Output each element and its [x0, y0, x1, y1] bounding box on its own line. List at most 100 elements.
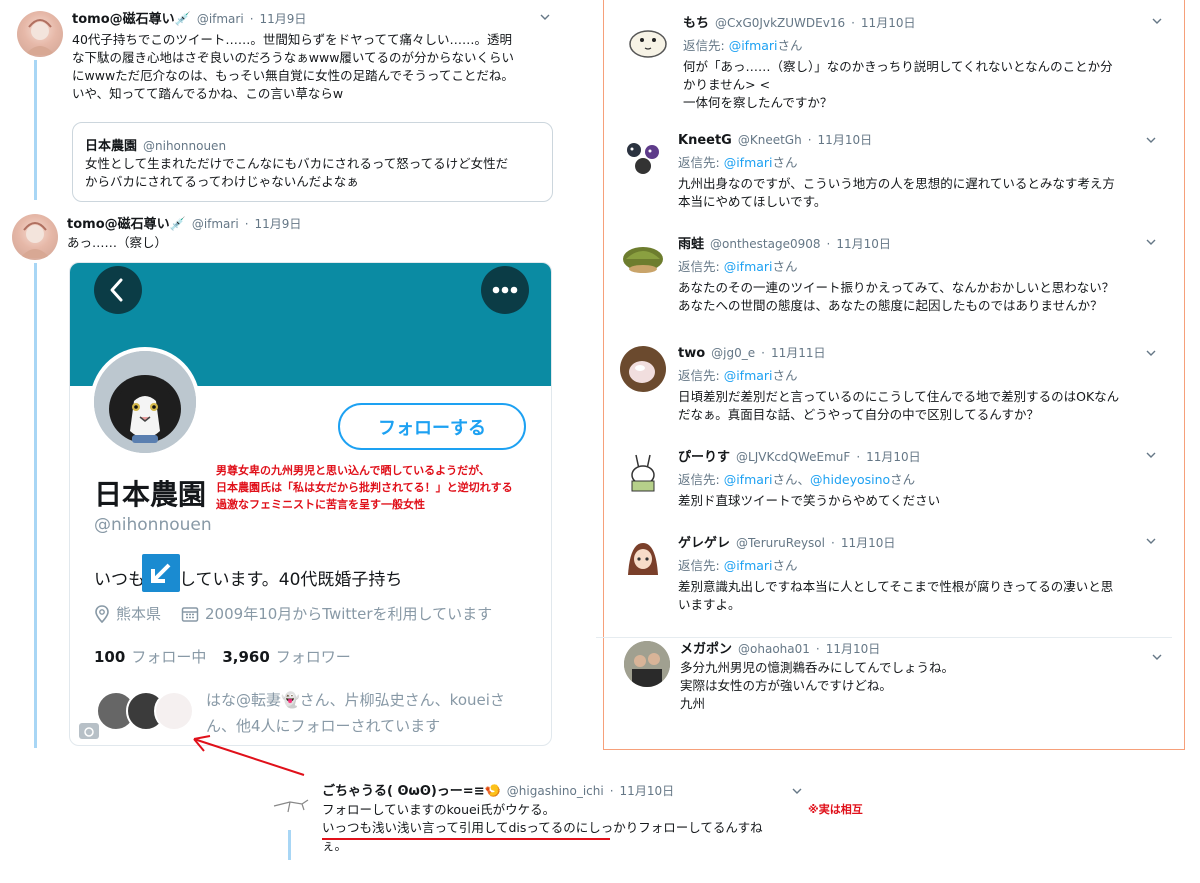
chevron-down-icon[interactable]	[1146, 536, 1156, 546]
tweet-date[interactable]: 11月10日	[866, 448, 921, 465]
author-handle[interactable]: @LJVKcdQWeEmuF	[736, 450, 850, 464]
tweet-text: 差別意識丸出しですね本当に人としてそこまで性根が腐りきってるの凄いと思 いますよ。	[678, 579, 1114, 612]
profile-display-name: 日本農園	[94, 478, 207, 511]
quoted-tweet[interactable]: 日本農園 @nihonnouen 女性として生まれただけでこんなにもバカにされる…	[72, 122, 553, 202]
tweet-text: 何が「あっ……（察し）」なのかきっちり説明してくれないとなんのことか分 かりません…	[683, 59, 1113, 110]
tweet-text: 40代子持ちでこのツイート……。世間知らずをドヤってて痛々しい……。透明 な下駄…	[72, 32, 515, 101]
profile-handle: @nihonnouen	[94, 515, 212, 535]
reply-to: 返信先: @ifmariさん	[678, 259, 798, 274]
author-handle[interactable]: @ifmari	[192, 217, 239, 231]
author-name[interactable]: ごちゃうる( ʘωʘ)っー=≡🍤	[322, 780, 501, 799]
tweet-date[interactable]: 11月10日	[818, 131, 873, 148]
tweet-text: 日頃差別だ差別だと言っているのにこうして住んでる地で差別するのはOKなん だなぁ。…	[678, 389, 1120, 422]
tweet-text: あっ……（察し）	[67, 235, 168, 250]
red-underline	[322, 838, 610, 840]
tweet-text: 多分九州男児の憶測鵜呑みにしてんでしょうね。 実際は女性の方が強いんですけどね。九…	[680, 660, 955, 711]
avatar[interactable]	[12, 214, 58, 260]
avatar[interactable]	[17, 11, 63, 57]
tweet-date[interactable]: 11月10日	[836, 235, 891, 252]
author-handle[interactable]: @CxG0JvkZUWDEv16	[715, 16, 845, 30]
red-arrow	[193, 735, 305, 776]
avatar[interactable]	[625, 16, 671, 62]
chevron-down-icon[interactable]	[540, 12, 550, 22]
mutual-note: ※実は相互	[808, 803, 863, 816]
author-name[interactable]: メガポン	[680, 638, 732, 657]
author-handle[interactable]: @ifmari	[197, 12, 244, 26]
chevron-down-icon[interactable]	[1146, 237, 1156, 247]
profile-avatar[interactable]	[90, 347, 200, 457]
author-handle[interactable]: @higashino_ichi	[507, 784, 604, 798]
profile-location: 熊本県	[116, 605, 162, 623]
calendar-icon	[181, 606, 199, 622]
reply-to: 返信先: @ifmariさん	[683, 38, 803, 53]
tweet-date[interactable]: 11月10日	[620, 782, 675, 799]
chevron-down-icon[interactable]	[792, 786, 802, 796]
tweet-text: 差別ド直球ツイートで笑うからやめてください	[678, 493, 941, 508]
author-name[interactable]: KneetG	[678, 133, 732, 148]
author-name[interactable]: two	[678, 346, 705, 361]
tweet-text: あなたのその一連のツイート振りかえってみて、なんかおかしいと思わない？ あなたへの…	[678, 280, 1115, 313]
chevron-down-icon[interactable]	[1146, 450, 1156, 460]
following-label[interactable]: フォロー中	[131, 646, 206, 667]
author-handle[interactable]: @KneetGh	[738, 133, 802, 147]
author-name[interactable]: tomo@磁石尊い💉	[72, 8, 191, 27]
chevron-down-icon[interactable]	[1152, 16, 1162, 26]
author-name[interactable]: もち	[683, 12, 709, 31]
author-handle[interactable]: @jg0_e	[711, 346, 755, 360]
chevron-down-icon[interactable]	[1152, 652, 1162, 662]
avatar[interactable]	[268, 782, 314, 828]
tweet-date[interactable]: 11月10日	[861, 14, 916, 31]
avatar[interactable]	[620, 134, 666, 180]
tweet-date[interactable]: 11月10日	[841, 534, 896, 551]
tweet-date[interactable]: 11月9日	[255, 215, 302, 232]
mention-link[interactable]: @ifmari	[724, 259, 773, 274]
mention-link[interactable]: @ifmari	[724, 155, 773, 170]
thread-line	[288, 830, 291, 860]
author-name[interactable]: ぴーりす	[678, 446, 730, 465]
author-name[interactable]: ゲレゲレ	[678, 532, 730, 551]
thread-line	[34, 263, 37, 748]
more-button[interactable]	[481, 266, 529, 314]
follow-button[interactable]: フォローする	[338, 403, 526, 450]
back-button[interactable]	[94, 266, 142, 314]
author-name[interactable]: 雨蛙	[678, 233, 704, 252]
profile-bio: いつも感謝しています。40代既婚子持ち	[94, 570, 403, 590]
quote-author-name: 日本農園	[85, 139, 138, 154]
thread-line	[34, 60, 37, 200]
reply-to: 返信先: @ifmariさん、@hideyosinoさん	[678, 472, 916, 487]
camera-icon	[79, 723, 99, 739]
expand-icon[interactable]	[142, 554, 180, 592]
followed-by-avatars[interactable]	[96, 687, 194, 731]
author-handle[interactable]: @TeruruReysol	[736, 536, 825, 550]
author-name[interactable]: tomo@磁石尊い💉	[67, 213, 186, 232]
following-count[interactable]: 100	[94, 648, 125, 666]
mention-link[interactable]: @ifmari	[724, 472, 773, 487]
chevron-down-icon[interactable]	[1146, 348, 1156, 358]
avatar[interactable]	[624, 641, 670, 687]
mention-link[interactable]: @ifmari	[729, 38, 778, 53]
followers-label[interactable]: フォロワー	[276, 646, 351, 667]
avatar[interactable]	[620, 346, 666, 392]
tweet-date[interactable]: 11月9日	[260, 10, 307, 27]
red-annotation: 男尊女卑の九州男児と思い込んで晒しているようだが、 日本農園氏は「私は女だから批…	[216, 464, 513, 511]
quote-text: 女性として生まれただけでこんなにもバカにされるって怒ってるけど女性だ からバカに…	[85, 156, 509, 189]
tweet-text: フォローしていますのkouei氏がウケる。 いっつも浅い浅い言って引用してdis…	[322, 802, 763, 853]
mention-link[interactable]: @ifmari	[724, 368, 773, 383]
tweet-date[interactable]: 11月10日	[826, 640, 881, 657]
reply-to: 返信先: @ifmariさん	[678, 558, 798, 573]
mention-link[interactable]: @ifmari	[724, 558, 773, 573]
mention-link[interactable]: @hideyosino	[810, 472, 890, 487]
avatar[interactable]	[620, 235, 666, 281]
avatar[interactable]	[620, 535, 666, 581]
avatar[interactable]	[620, 449, 666, 495]
tweet-text: 九州出身なのですが、こういう地方の人を思想的に遅れているとみなす考え方 本当にやめ…	[678, 176, 1115, 209]
location-icon	[95, 604, 109, 623]
reply-to: 返信先: @ifmariさん	[678, 368, 798, 383]
followers-count[interactable]: 3,960	[222, 648, 269, 666]
author-handle[interactable]: @ohaoha01	[738, 642, 810, 656]
tweet-date[interactable]: 11月11日	[771, 344, 826, 361]
chevron-down-icon[interactable]	[1146, 135, 1156, 145]
profile-joined: 2009年10月からTwitterを利用しています	[205, 605, 493, 623]
author-handle[interactable]: @onthestage0908	[710, 237, 821, 251]
chevron-left-icon	[110, 278, 123, 302]
